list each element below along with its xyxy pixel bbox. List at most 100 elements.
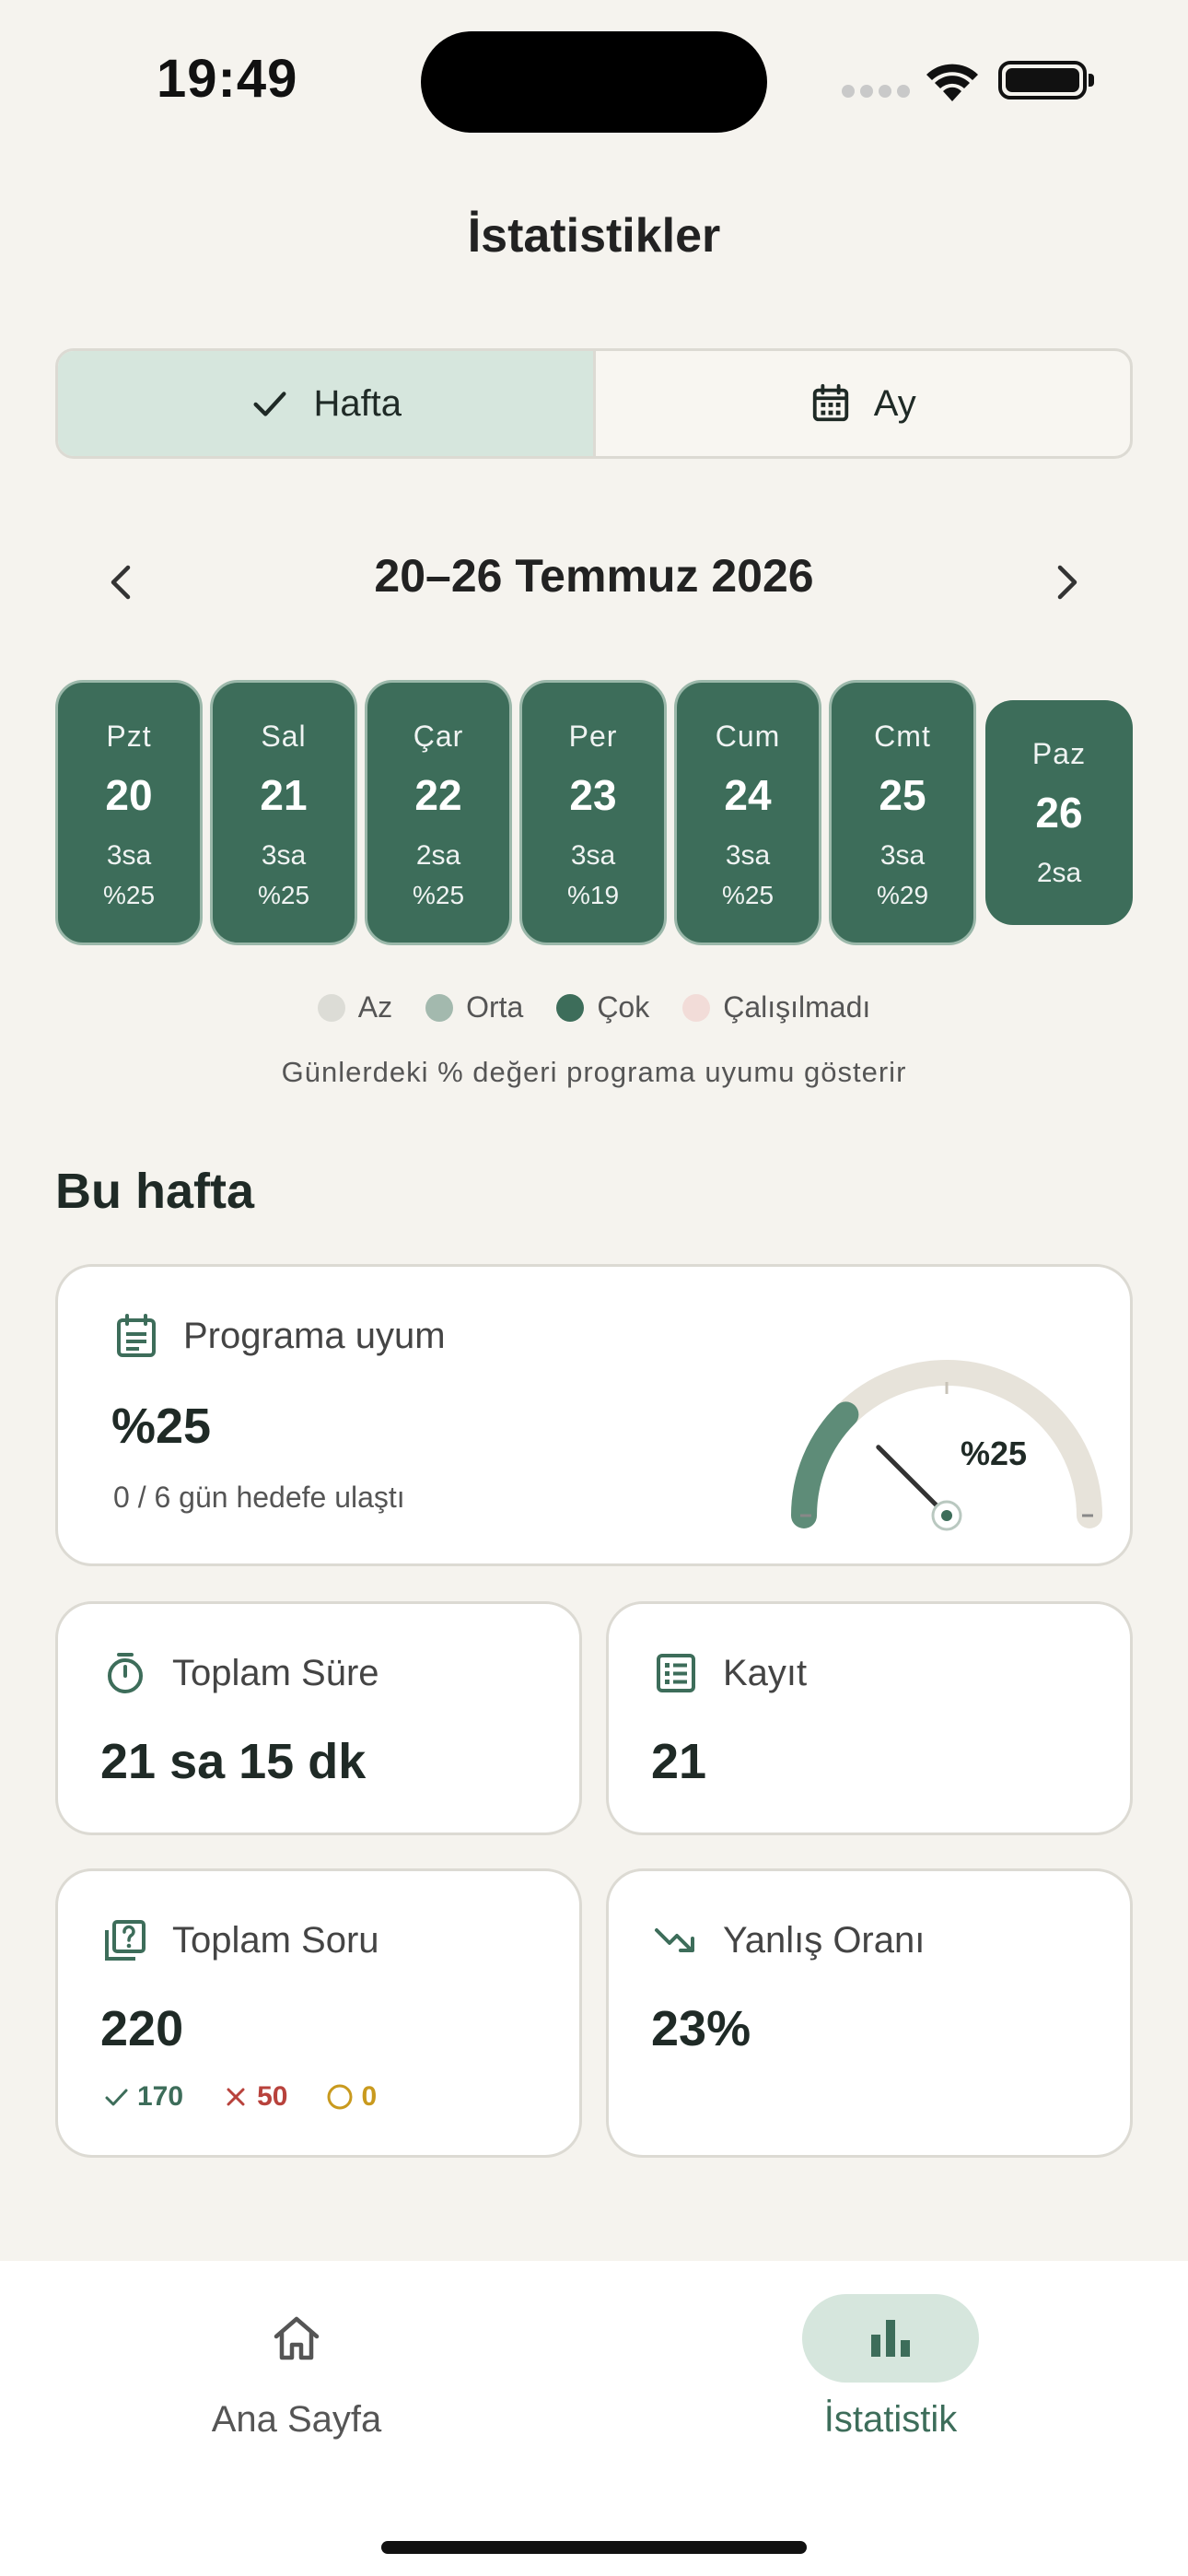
wifi-icon xyxy=(926,64,978,101)
records-value: 21 xyxy=(651,1734,707,1789)
bar-chart-icon xyxy=(871,2320,910,2357)
wrong-rate-label-row: Yanlış Oranı xyxy=(653,1917,925,1963)
day-date: 24 xyxy=(724,771,772,819)
calendar-icon xyxy=(812,383,848,422)
records-label: Kayıt xyxy=(723,1652,808,1693)
day-card[interactable]: Çar 22 2sa %25 xyxy=(365,680,512,945)
gauge-label: %25 xyxy=(961,1434,1027,1472)
next-week-button[interactable] xyxy=(1041,556,1092,608)
segment-week-label: Hafta xyxy=(313,382,402,424)
day-date: 23 xyxy=(569,771,617,819)
calendar-note-icon xyxy=(117,1314,156,1357)
period-segment-control: Hafta Ay xyxy=(55,348,1133,459)
correct-value: 170 xyxy=(137,2081,184,2112)
legend-item: Az xyxy=(317,990,393,1025)
total-time-card: Toplam Süre 21 sa 15 dk xyxy=(55,1601,582,1835)
cross-icon xyxy=(227,2088,245,2106)
legend-dot xyxy=(556,993,585,1022)
wrong-value: 50 xyxy=(257,2081,288,2112)
day-date: 26 xyxy=(1035,789,1083,837)
day-date: 21 xyxy=(260,771,308,819)
week-days-strip: Pzt 20 3sa %25 Sal 21 3sa %25 Çar 22 2sa… xyxy=(55,680,1133,947)
adherence-subtitle: 0 / 6 gün hedefe ulaştı xyxy=(113,1481,405,1514)
day-date: 22 xyxy=(414,771,462,819)
intensity-legend: Az Orta Çok Çalışılmadı xyxy=(0,990,1188,1025)
day-percent: %19 xyxy=(566,881,620,909)
day-name: Çar xyxy=(413,720,464,753)
trending-down-icon xyxy=(655,1928,694,1952)
empty-value: 0 xyxy=(361,2081,378,2112)
legend-dot xyxy=(317,993,345,1022)
day-card[interactable]: Sal 21 3sa %25 xyxy=(210,680,357,945)
day-name: Paz xyxy=(1031,737,1087,770)
tab-statistics-icon-wrap xyxy=(802,2294,979,2383)
status-time: 19:49 xyxy=(157,49,298,109)
list-icon xyxy=(657,1654,695,1692)
wrong-count: 50 xyxy=(222,2081,287,2113)
legend-label: Çalışılmadı xyxy=(723,990,871,1024)
wrong-rate-label: Yanlış Oranı xyxy=(723,1919,926,1961)
total-questions-card: Toplam Soru 220 170 50 0 xyxy=(55,1868,582,2158)
check-icon xyxy=(253,392,286,416)
day-date: 25 xyxy=(879,771,926,819)
question-box-icon xyxy=(105,1920,146,1961)
adherence-card: Programa uyum %25 0 / 6 gün hedefe ulaşt… xyxy=(55,1264,1133,1566)
day-name: Cum xyxy=(715,720,781,753)
home-icon xyxy=(274,2316,320,2360)
tab-statistics-label: İstatistik xyxy=(823,2399,958,2440)
adherence-value: %25 xyxy=(111,1399,212,1454)
stopwatch-icon xyxy=(108,1653,143,1693)
segment-week[interactable]: Hafta xyxy=(58,351,596,456)
day-name: Sal xyxy=(261,720,307,753)
day-hours: 3sa xyxy=(879,840,926,871)
legend-dot xyxy=(425,993,454,1022)
section-title: Bu hafta xyxy=(55,1164,254,1219)
bottom-tab-bar: Ana Sayfa İstatistik xyxy=(0,2261,1188,2576)
legend-label: Az xyxy=(357,990,393,1024)
tab-home-label: Ana Sayfa xyxy=(211,2399,382,2440)
day-card-today[interactable]: Paz 26 2sa xyxy=(985,700,1133,925)
home-indicator xyxy=(381,2541,807,2554)
empty-count: 0 xyxy=(326,2081,377,2113)
legend-item: Çok xyxy=(556,990,649,1025)
battery-icon xyxy=(998,61,1094,100)
adherence-gauge: %25 xyxy=(791,1360,1102,1531)
circle-icon xyxy=(327,2084,353,2110)
segment-month-label: Ay xyxy=(873,382,916,424)
day-hours: 3sa xyxy=(570,840,616,871)
day-card[interactable]: Cmt 25 3sa %29 xyxy=(829,680,976,945)
gauge-track xyxy=(791,1360,1102,1528)
day-percent: %25 xyxy=(102,881,156,909)
page-title: İstatistikler xyxy=(467,209,721,263)
day-name: Cmt xyxy=(874,720,931,753)
segment-month[interactable]: Ay xyxy=(596,351,1131,456)
check-icon xyxy=(105,2089,128,2106)
tab-home[interactable]: Ana Sayfa xyxy=(103,2294,490,2441)
legend-dot xyxy=(682,993,711,1022)
day-card[interactable]: Per 23 3sa %19 xyxy=(519,680,667,945)
total-time-label: Toplam Süre xyxy=(172,1652,379,1693)
week-range-title: 20–26 Temmuz 2026 xyxy=(374,550,814,602)
day-hours: 2sa xyxy=(1036,858,1082,888)
day-date: 20 xyxy=(105,771,153,819)
total-questions-value: 220 xyxy=(100,2001,184,2056)
day-hours: 3sa xyxy=(725,840,771,871)
legend-item: Çalışılmadı xyxy=(682,990,870,1025)
total-time-label-row: Toplam Süre xyxy=(102,1650,379,1696)
day-card[interactable]: Pzt 20 3sa %25 xyxy=(55,680,203,945)
day-hours: 3sa xyxy=(261,840,307,871)
question-breakdown: 170 50 0 xyxy=(102,2081,377,2113)
day-name: Pzt xyxy=(106,720,152,753)
day-hours: 3sa xyxy=(106,840,152,871)
legend-label: Çok xyxy=(597,990,650,1024)
day-percent: %25 xyxy=(412,881,465,909)
day-percent: %29 xyxy=(876,881,929,909)
legend-item: Orta xyxy=(425,990,523,1025)
tab-home-icon-wrap xyxy=(208,2294,385,2383)
total-questions-label-row: Toplam Soru xyxy=(102,1917,379,1963)
total-time-value: 21 sa 15 dk xyxy=(100,1734,367,1789)
adherence-label-row: Programa uyum xyxy=(113,1313,446,1359)
day-name: Per xyxy=(568,720,618,753)
tab-statistics[interactable]: İstatistik xyxy=(697,2294,1084,2441)
day-card[interactable]: Cum 24 3sa %25 xyxy=(674,680,821,945)
